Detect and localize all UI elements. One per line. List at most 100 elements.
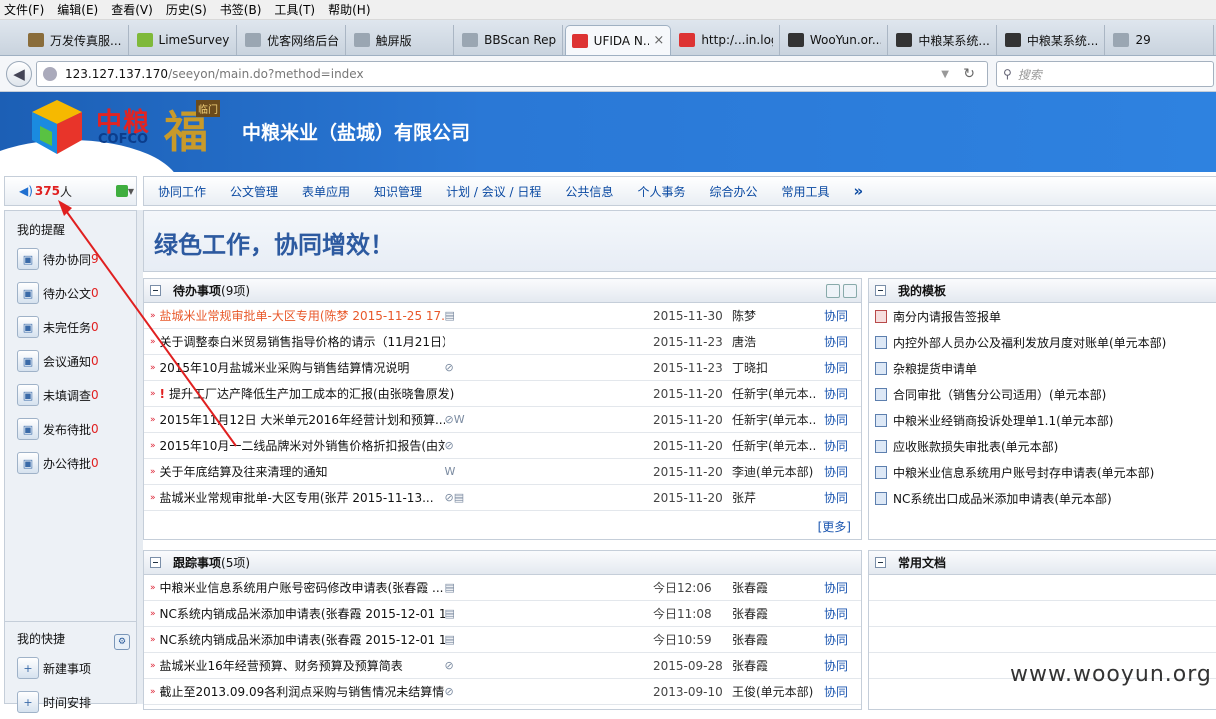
edit-icon[interactable] xyxy=(826,284,840,298)
sidebar-item[interactable]: ▣ 待办协同 9 xyxy=(5,242,136,276)
back-button[interactable]: ◀ xyxy=(6,60,32,87)
search-input[interactable]: ⚲ 搜索 xyxy=(996,61,1214,87)
browser-tab[interactable]: 中粮某系统... xyxy=(890,25,997,55)
row-title[interactable]: NC系统内销成品米添加申请表(张春霞 2015-12-01 1... xyxy=(160,605,445,622)
main-nav-item[interactable]: 公共信息 xyxy=(565,183,613,200)
row-category[interactable]: 协同 xyxy=(824,463,848,480)
template-label[interactable]: 内控外部人员办公及福利发放月度对账单(单元本部) xyxy=(893,334,1166,351)
template-label[interactable]: 中粮米业信息系统用户账号封存申请表(单元本部) xyxy=(893,464,1154,481)
table-row[interactable]: » 关于年底结算及往来清理的通知 W 2015-11-20 李迪(单元本部) 协同 xyxy=(144,459,861,485)
row-title[interactable]: 截止至2013.09.09各利润点采购与销售情况未结算情... xyxy=(160,683,445,700)
main-nav-item[interactable]: » xyxy=(853,182,863,200)
row-title[interactable]: 2015年10月一二线品牌米对外销售价格折扣报告(由刘... xyxy=(160,437,445,454)
table-row[interactable]: » 2015年10月盐城米业采购与销售结算情况说明 ⊘ 2015-11-23 丁晓扣 协同 xyxy=(144,355,861,381)
row-title[interactable]: 关于调整泰白米贸易销售指导价格的请示（11月21日）(... xyxy=(160,333,445,350)
row-category[interactable]: 协同 xyxy=(824,631,848,648)
collapse-icon[interactable] xyxy=(875,557,886,568)
main-nav-item[interactable]: 协同工作 xyxy=(158,183,206,200)
table-row[interactable]: » 盐城米业常规审批单-大区专用(陈梦 2015-11-25 17... ▤ 2015… xyxy=(144,303,861,329)
template-label[interactable]: 南分内请报告签报单 xyxy=(893,308,1001,325)
row-category[interactable]: 协同 xyxy=(824,411,848,428)
template-item[interactable]: NC系统出口成品米添加申请表(单元本部) xyxy=(869,485,1216,511)
more-link[interactable]: [更多] xyxy=(818,518,851,535)
sidebar-item[interactable]: ▣ 未完任务 0 xyxy=(5,310,136,344)
browser-tab[interactable]: BBScan Report xyxy=(456,25,563,55)
table-row[interactable]: » 关于调整泰白米贸易销售指导价格的请示（11月21日）(... 2015-11-2… xyxy=(144,329,861,355)
reload-icon[interactable]: ↻ xyxy=(963,66,975,82)
template-label[interactable]: 杂粮提货申请单 xyxy=(893,360,977,377)
template-item[interactable]: 杂粮提货申请单 xyxy=(869,355,1216,381)
row-category[interactable]: 协同 xyxy=(824,579,848,596)
sidebar-item[interactable]: ▣ 待办公文 0 xyxy=(5,276,136,310)
row-title[interactable]: 2015年10月盐城米业采购与销售结算情况说明 xyxy=(160,359,445,376)
row-title[interactable]: NC系统内销成品米添加申请表(张春霞 2015-12-01 1... xyxy=(160,631,445,648)
quick-item[interactable]: + 时间安排 xyxy=(5,685,136,719)
close-tab-icon[interactable]: × xyxy=(653,33,664,48)
sidebar-item[interactable]: ▣ 发布待批 0 xyxy=(5,412,136,446)
row-title[interactable]: 盐城米业常规审批单-大区专用(张芹 2015-11-13... xyxy=(160,489,445,506)
sidebar-item[interactable]: ▣ 未填调查 0 xyxy=(5,378,136,412)
table-row[interactable]: » 2015年10月一二线品牌米对外销售价格折扣报告(由刘... ⊘ 2015-11-… xyxy=(144,433,861,459)
collapse-icon[interactable] xyxy=(875,285,886,296)
browser-tab[interactable]: LimeSurvey xyxy=(131,25,238,55)
template-item[interactable]: 合同审批（销售分公司适用）(单元本部) xyxy=(869,381,1216,407)
menu-item[interactable]: 书签(B) xyxy=(220,1,262,18)
template-label[interactable]: NC系统出口成品米添加申请表(单元本部) xyxy=(893,490,1112,507)
row-title[interactable]: 盐城米业常规审批单-大区专用(陈梦 2015-11-25 17... xyxy=(160,307,445,324)
row-title[interactable]: 提升工厂达产降低生产加工成本的汇报(由张晓鲁原发) xyxy=(169,385,454,402)
row-title[interactable]: 关于年底结算及往来清理的通知 xyxy=(160,463,445,480)
url-dropdown-icon[interactable]: ▼ xyxy=(941,69,949,80)
template-item[interactable]: 应收账款损失审批表(单元本部) xyxy=(869,433,1216,459)
expand-icon[interactable] xyxy=(843,284,857,298)
browser-tab[interactable]: UFIDA N... × xyxy=(564,25,672,55)
table-row[interactable]: » 2015年11月12日 大米单元2016年经营计划和预算... ⊘W 2015-1… xyxy=(144,407,861,433)
menu-item[interactable]: 帮助(H) xyxy=(328,1,370,18)
table-row[interactable]: » 中粮米业信息系统用户账号密码修改申请表(张春霞 ... ▤ 今日12:06 张春霞 协… xyxy=(144,575,861,601)
row-category[interactable]: 协同 xyxy=(824,605,848,622)
collapse-icon[interactable] xyxy=(150,285,161,296)
template-item[interactable]: 中粮米业信息系统用户账号封存申请表(单元本部) xyxy=(869,459,1216,485)
menu-item[interactable]: 编辑(E) xyxy=(57,1,98,18)
quick-settings-icon[interactable]: ⚙ xyxy=(114,634,130,650)
main-nav-item[interactable]: 个人事务 xyxy=(637,183,685,200)
table-row[interactable]: » 盐城米业16年经营预算、财务预算及预算简表 ⊘ 2015-09-28 张春霞 协同 xyxy=(144,653,861,679)
browser-tab[interactable]: 优客网络后台管... xyxy=(239,25,346,55)
sidebar-item[interactable]: ▣ 办公待批 0 xyxy=(5,446,136,480)
main-nav-item[interactable]: 公文管理 xyxy=(230,183,278,200)
browser-tab[interactable]: WooYun.or... xyxy=(782,25,889,55)
row-title[interactable]: 中粮米业信息系统用户账号密码修改申请表(张春霞 ... xyxy=(160,579,445,596)
menu-item[interactable]: 历史(S) xyxy=(166,1,207,18)
row-category[interactable]: 协同 xyxy=(824,657,848,674)
table-row[interactable]: » NC系统内销成品米添加申请表(张春霞 2015-12-01 1... ▤ 今日10… xyxy=(144,627,861,653)
template-item[interactable]: 南分内请报告签报单 xyxy=(869,303,1216,329)
table-row[interactable]: » 截止至2013.09.09各利润点采购与销售情况未结算情... ⊘ 2013-09… xyxy=(144,679,861,705)
template-label[interactable]: 中粮米业经销商投诉处理单1.1(单元本部) xyxy=(893,412,1113,429)
table-row[interactable]: » NC系统内销成品米添加申请表(张春霞 2015-12-01 1... ▤ 今日11… xyxy=(144,601,861,627)
template-item[interactable]: 内控外部人员办公及福利发放月度对账单(单元本部) xyxy=(869,329,1216,355)
browser-tab[interactable]: 万发传真服... xyxy=(22,25,129,55)
row-title[interactable]: 2015年11月12日 大米单元2016年经营计划和预算... xyxy=(160,411,445,428)
row-category[interactable]: 协同 xyxy=(824,385,848,402)
row-category[interactable]: 协同 xyxy=(824,359,848,376)
browser-tab[interactable]: 中粮某系统... xyxy=(999,25,1106,55)
browser-tab[interactable]: http:/...in.log xyxy=(673,25,780,55)
quick-item[interactable]: + 新建事项 xyxy=(5,651,136,685)
table-row[interactable]: »! 提升工厂达产降低生产加工成本的汇报(由张晓鲁原发) 2015-11-20 任新宇… xyxy=(144,381,861,407)
template-item[interactable]: 中粮米业经销商投诉处理单1.1(单元本部) xyxy=(869,407,1216,433)
menu-item[interactable]: 查看(V) xyxy=(111,1,153,18)
row-title[interactable]: 盐城米业16年经营预算、财务预算及预算简表 xyxy=(160,657,445,674)
template-label[interactable]: 合同审批（销售分公司适用）(单元本部) xyxy=(893,386,1106,403)
main-nav-item[interactable]: 计划 / 会议 / 日程 xyxy=(446,183,541,200)
collapse-icon[interactable] xyxy=(150,557,161,568)
row-category[interactable]: 协同 xyxy=(824,307,848,324)
status-icon[interactable] xyxy=(116,185,128,197)
row-category[interactable]: 协同 xyxy=(824,437,848,454)
sidebar-item[interactable]: ▣ 会议通知 0 xyxy=(5,344,136,378)
table-row[interactable]: » 盐城米业常规审批单-大区专用(张芹 2015-11-13... ⊘▤ 2015-1… xyxy=(144,485,861,511)
browser-tab[interactable]: 触屏版 xyxy=(348,25,455,55)
row-category[interactable]: 协同 xyxy=(824,489,848,506)
main-nav-item[interactable]: 综合办公 xyxy=(709,183,757,200)
row-category[interactable]: 协同 xyxy=(824,683,848,700)
online-users[interactable]: ◀) 375 人 ▼ xyxy=(4,176,137,206)
template-label[interactable]: 应收账款损失审批表(单元本部) xyxy=(893,438,1058,455)
